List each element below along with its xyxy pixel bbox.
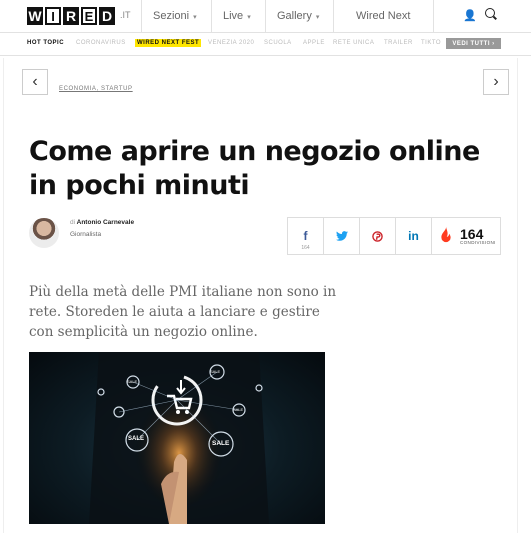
chevron-right-icon: › <box>493 73 499 90</box>
sale-bubble-label: SALE <box>212 440 230 447</box>
hot-topics-bar: HOT TOPIC CORONAVIRUS WIRED NEXT FEST VE… <box>0 33 531 56</box>
sale-bubble-label: SALE <box>127 379 138 384</box>
logo-letter: W <box>27 7 43 25</box>
page-left-border <box>3 58 4 533</box>
prev-article-button[interactable]: ‹ <box>22 69 48 95</box>
hero-illustration <box>89 352 269 524</box>
linkedin-icon: in <box>408 229 419 243</box>
chevron-down-icon: ▾ <box>193 14 197 21</box>
vedi-tutti-label: VEDI TUTTI <box>452 40 490 47</box>
logo-tld: .IT <box>120 10 131 20</box>
nav-divider <box>141 0 142 32</box>
sale-bubble-label: SALE <box>233 407 244 412</box>
author-byline[interactable]: di Antonio Carnevale <box>70 219 134 226</box>
nav-divider <box>433 0 434 32</box>
nav-label: Live <box>223 10 244 22</box>
hot-topic-label: HOT TOPIC <box>27 40 65 46</box>
nav-gallery[interactable]: Gallery ▾ <box>277 10 319 22</box>
wired-logo[interactable]: W I R E D <box>27 7 115 25</box>
article-categories[interactable]: ECONOMIA, STARTUP <box>59 86 133 92</box>
twitter-share-button[interactable] <box>324 218 360 254</box>
shares-label: CONDIVISIONI <box>460 239 496 245</box>
linkedin-share-button[interactable]: in <box>396 218 432 254</box>
nav-sezioni[interactable]: Sezioni ▾ <box>153 10 197 22</box>
author-name: Antonio Carnevale <box>76 219 135 226</box>
flame-icon <box>441 226 451 243</box>
nav-label: Wired Next <box>356 10 411 22</box>
nav-live[interactable]: Live ▾ <box>223 10 251 22</box>
site-header: W I R E D .IT Sezioni ▾ Live ▾ Gallery ▾ Wi… <box>0 0 531 33</box>
logo-letter: E <box>81 7 97 25</box>
logo-letter: D <box>99 7 115 25</box>
nav-wired-next[interactable]: Wired Next <box>356 10 410 22</box>
page-right-border <box>517 58 518 533</box>
chevron-left-icon: ‹ <box>32 73 38 90</box>
hot-topic-link[interactable]: TRAILER <box>384 40 413 46</box>
next-article-button[interactable]: › <box>483 69 509 95</box>
hot-topic-link[interactable]: APPLE <box>303 40 325 46</box>
article-lead: Più della metà delle PMI italiane non so… <box>29 283 337 340</box>
facebook-share-count: 164 <box>301 245 310 251</box>
search-icon[interactable] <box>485 8 495 18</box>
logo-letter: I <box>45 7 61 25</box>
author-avatar[interactable] <box>29 218 59 248</box>
hot-topic-link[interactable]: VENEZIA 2020 <box>208 40 254 46</box>
article-title: Come aprire un negozio online in pochi m… <box>29 136 480 202</box>
nav-divider <box>211 0 212 32</box>
nav-label: Sezioni <box>153 10 190 22</box>
nav-divider <box>333 0 334 32</box>
hot-topic-link[interactable]: TIKTO <box>421 40 441 46</box>
hot-topic-link[interactable]: SCUOLA <box>264 40 292 46</box>
twitter-icon <box>335 231 348 241</box>
chevron-down-icon: ▾ <box>315 14 320 21</box>
hot-topic-link[interactable]: RETE UNICA <box>333 40 374 46</box>
author-prefix: di <box>70 219 76 226</box>
hot-topic-link-highlighted[interactable]: WIRED NEXT FEST <box>135 39 202 47</box>
vedi-tutti-button[interactable]: VEDI TUTTI › <box>446 38 501 49</box>
pinterest-icon <box>372 230 383 242</box>
social-share-bar: f 164 in 164 CONDIVISIONI <box>287 217 501 255</box>
nav-label: Gallery <box>277 10 312 22</box>
pinterest-share-button[interactable] <box>360 218 396 254</box>
sale-bubble-label: SALE <box>210 369 221 374</box>
facebook-icon: f <box>303 229 308 243</box>
chevron-down-icon: ▾ <box>247 14 251 21</box>
hot-topic-link[interactable]: CORONAVIRUS <box>76 40 126 46</box>
user-icon[interactable]: 👤 <box>463 9 477 22</box>
facebook-share-button[interactable]: f 164 <box>288 218 324 254</box>
author-role: Giornalista <box>70 231 102 238</box>
logo-letter: R <box>63 7 79 25</box>
sale-bubble-label: SALE <box>128 436 145 442</box>
share-counter: 164 CONDIVISIONI <box>432 218 500 254</box>
shares-count: 164 <box>460 225 484 242</box>
article-hero-image[interactable]: SALE SALE SALE SALE SALE <box>29 352 325 524</box>
nav-divider <box>265 0 266 32</box>
